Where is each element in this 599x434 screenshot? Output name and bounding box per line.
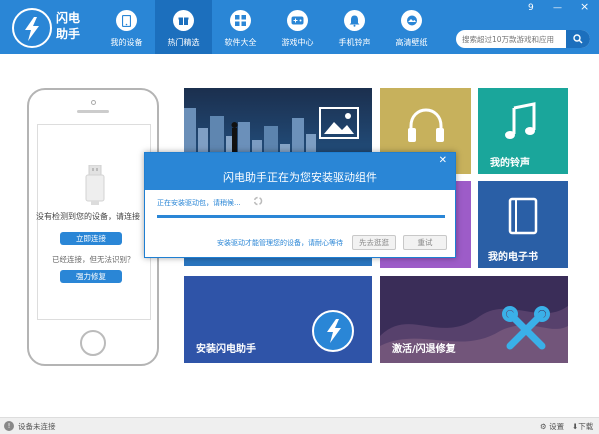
bell-icon	[344, 10, 365, 31]
settings-link[interactable]: ⚙ 设置	[540, 421, 564, 432]
tab-wallpapers[interactable]: 高清壁纸	[383, 0, 440, 54]
main-nav: 我的设备 热门精选 软件大全 游戏中心 手机铃声 高清壁纸	[98, 0, 440, 54]
tile-my-ringtones[interactable]: 我的铃声	[478, 88, 568, 174]
search-input[interactable]	[462, 30, 568, 48]
app-logo-text: 闪电 助手	[56, 11, 81, 41]
tools-icon	[502, 306, 550, 350]
device-status-text: 设备未连接	[18, 422, 56, 431]
gamepad-icon	[287, 10, 308, 31]
tab-label: 热门精选	[167, 38, 200, 47]
connected-hint-text: 已经连接，但无法识别？	[52, 255, 135, 264]
music-note-icon	[505, 102, 536, 139]
tab-label: 我的设备	[110, 38, 143, 47]
tile-label: 安装闪电助手	[196, 344, 256, 355]
book-icon	[508, 197, 538, 235]
app-logo	[12, 8, 52, 48]
dialog-body: 正在安装驱动包，请稍候...	[145, 190, 455, 238]
tile-label: 我的电子书	[488, 252, 538, 263]
lightning-icon	[327, 319, 341, 343]
status-bar: ! 设备未连接 ⚙ 设置 ⬇下载	[0, 417, 599, 434]
skip-button[interactable]: 先去逛逛	[352, 235, 396, 250]
gift-icon	[173, 10, 194, 31]
no-device-text: 没有检测到您的设备，请连接	[36, 212, 140, 221]
progress-text: 正在安装驱动包，请稍候...	[157, 199, 241, 207]
minimize-button[interactable]: —	[553, 3, 562, 13]
phone-home-button	[80, 330, 106, 356]
tab-ringtones[interactable]: 手机铃声	[326, 0, 383, 54]
headphones-icon	[408, 108, 444, 142]
phone-speaker	[77, 110, 109, 113]
tab-label: 软件大全	[224, 38, 257, 47]
wallpaper-icon	[401, 10, 422, 31]
download-link[interactable]: ⬇下载	[572, 421, 593, 432]
tab-hot-picks[interactable]: 热门精选	[155, 0, 212, 54]
dialog-footer-text: 安装驱动才能管理您的设备，请耐心等待	[217, 239, 343, 247]
tab-my-device[interactable]: 我的设备	[98, 0, 155, 54]
usb-icon	[85, 165, 105, 205]
dialog-title: 闪电助手正在为您安装驱动组件	[223, 171, 377, 184]
retry-button[interactable]: 重试	[403, 235, 447, 250]
download-label: 下载	[578, 422, 594, 431]
phone-icon	[116, 10, 137, 31]
progress-fill	[157, 215, 445, 218]
connect-now-button[interactable]: 立即连接	[60, 232, 122, 245]
phone-outline	[27, 88, 159, 366]
tile-my-ebooks[interactable]: 我的电子书	[478, 181, 568, 268]
tab-games[interactable]: 游戏中心	[269, 0, 326, 54]
search-button[interactable]	[566, 30, 590, 48]
tile-label: 激活/闪退修复	[392, 344, 456, 355]
top-bar: 闪电 助手 我的设备 热门精选 软件大全 游戏中心 手机铃声 高清壁纸 9 — …	[0, 0, 599, 54]
lightning-badge	[312, 310, 354, 352]
device-status-icon: !	[4, 421, 14, 431]
tile-label: 我的铃声	[490, 158, 530, 169]
close-button[interactable]: ×	[580, 0, 589, 13]
menu-button[interactable]: 9	[528, 3, 534, 13]
tab-software[interactable]: 软件大全	[212, 0, 269, 54]
tile-activation-repair[interactable]: 激活/闪退修复	[380, 276, 568, 363]
gear-icon: ⚙	[540, 422, 547, 431]
search-box	[456, 30, 590, 48]
settings-label: 设置	[549, 422, 565, 431]
force-fix-button[interactable]: 强力修复	[60, 270, 122, 283]
search-icon	[573, 34, 583, 44]
tab-label: 手机铃声	[338, 38, 371, 47]
loading-spinner-icon	[253, 196, 263, 206]
tab-label: 高清壁纸	[395, 38, 428, 47]
grid-icon	[230, 10, 251, 31]
phone-camera	[91, 100, 96, 105]
tile-install-assistant[interactable]: 安装闪电助手	[184, 276, 372, 363]
dialog-close-icon[interactable]: ✕	[439, 155, 447, 166]
install-driver-dialog: ✕ 闪电助手正在为您安装驱动组件 正在安装驱动包，请稍候... 安装驱动才能管理…	[144, 152, 456, 258]
phone-screen	[37, 124, 151, 320]
progress-track	[157, 215, 445, 218]
tab-label: 游戏中心	[281, 38, 314, 47]
